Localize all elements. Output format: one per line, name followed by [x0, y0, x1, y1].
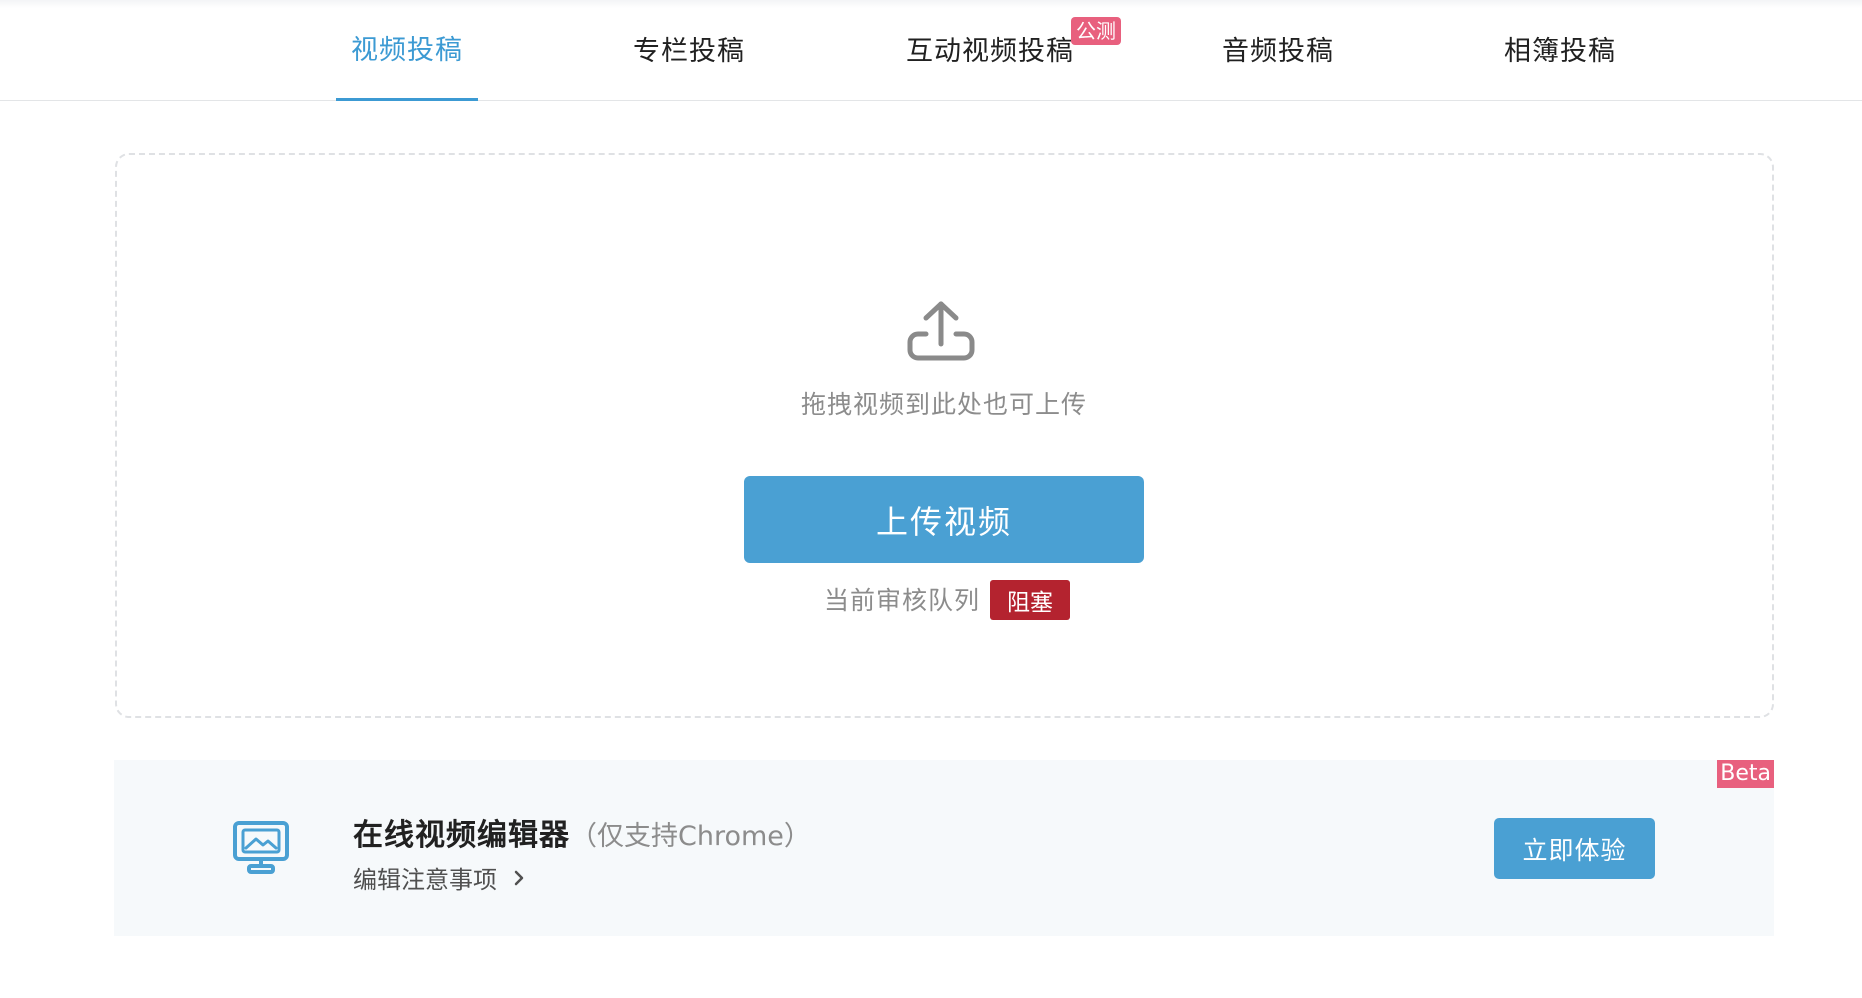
tab-video[interactable]: 视频投稿: [336, 0, 478, 101]
beta-badge: Beta: [1717, 760, 1774, 788]
tab-video-label: 视频投稿: [351, 34, 463, 66]
beta-test-badge: 公测: [1071, 17, 1121, 45]
tab-interactive-video-label: 互动视频投稿: [906, 36, 1074, 67]
online-editor-panel: Beta 在线视频编辑器（仅支持Chrome） 编辑注意事项 立即体验: [114, 760, 1774, 936]
editing-notes-link[interactable]: 编辑注意事项: [353, 860, 527, 895]
drag-drop-hint: 拖拽视频到此处也可上传: [800, 390, 1087, 419]
upload-drop-zone[interactable]: [115, 153, 1774, 718]
tab-album-label: 相簿投稿: [1504, 36, 1616, 67]
upload-page: 视频投稿 专栏投稿 互动视频投稿 公测 音频投稿 相簿投稿 拖拽视频到此处也可上…: [0, 0, 1862, 998]
tab-album[interactable]: 相簿投稿: [1490, 0, 1630, 101]
tab-audio[interactable]: 音频投稿: [1208, 0, 1348, 101]
chevron-right-icon: [514, 870, 524, 885]
tab-column[interactable]: 专栏投稿: [620, 0, 758, 101]
try-now-button[interactable]: 立即体验: [1494, 818, 1655, 879]
review-queue-label: 当前审核队列: [823, 586, 980, 615]
review-queue-status-badge: 阻塞: [990, 580, 1070, 620]
editor-subtitle: （仅支持Chrome）: [570, 821, 811, 852]
editor-title: 在线视频编辑器（仅支持Chrome）: [353, 810, 811, 854]
tab-interactive-video[interactable]: 互动视频投稿: [890, 0, 1090, 101]
upload-icon: [907, 301, 975, 361]
editor-title-text: 在线视频编辑器: [353, 818, 570, 853]
monitor-icon: [233, 821, 289, 874]
submission-tabs: 视频投稿 专栏投稿 互动视频投稿 公测 音频投稿 相簿投稿: [0, 0, 1862, 101]
tab-column-label: 专栏投稿: [633, 36, 745, 67]
tab-audio-label: 音频投稿: [1222, 36, 1334, 67]
editing-notes-label: 编辑注意事项: [353, 866, 497, 894]
upload-video-button[interactable]: 上传视频: [744, 476, 1144, 563]
